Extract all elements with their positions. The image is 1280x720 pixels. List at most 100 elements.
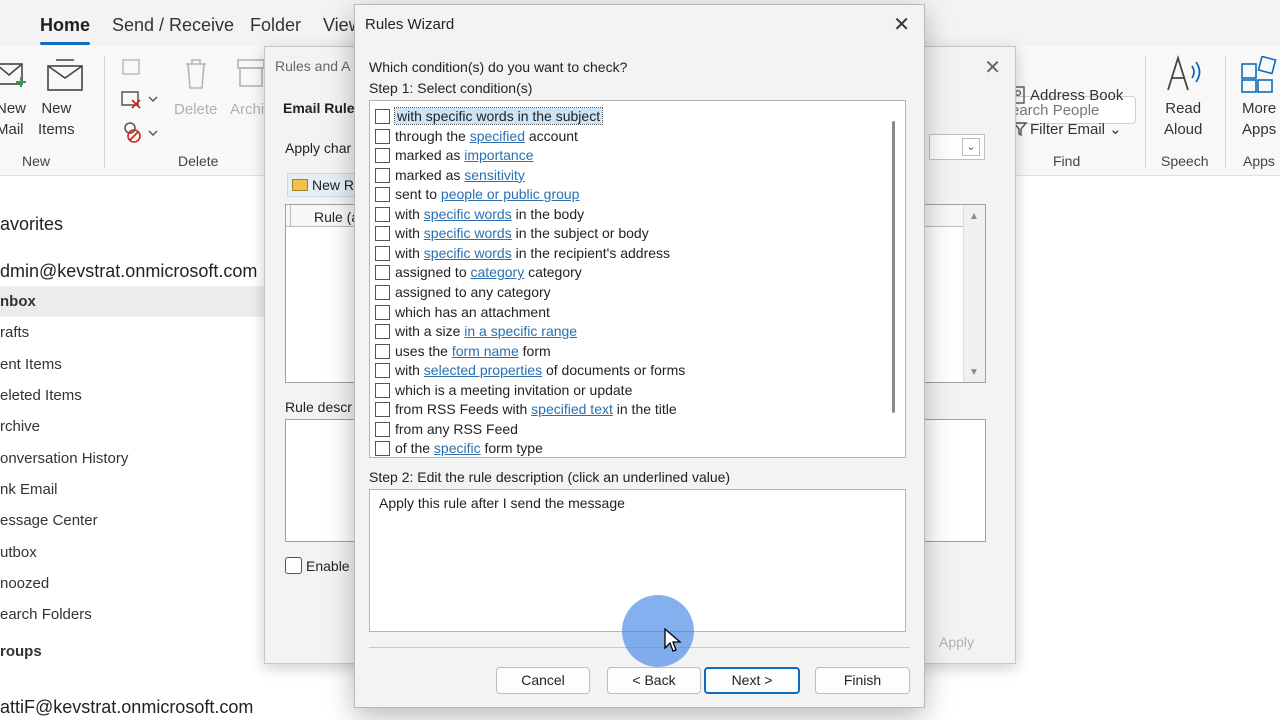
condition-row[interactable]: from any RSS Feed bbox=[373, 420, 878, 439]
close-icon[interactable]: ✕ bbox=[893, 12, 910, 37]
condition-link[interactable]: specific words bbox=[424, 206, 512, 222]
close-icon[interactable]: ✕ bbox=[984, 55, 1001, 80]
condition-link[interactable]: specified text bbox=[531, 401, 613, 417]
condition-link[interactable]: form name bbox=[452, 343, 519, 359]
condition-checkbox[interactable] bbox=[375, 226, 390, 242]
condition-row[interactable]: marked as sensitivity bbox=[373, 166, 878, 185]
folder-search-folders[interactable]: earch Folders bbox=[0, 606, 92, 623]
rule-column-header[interactable]: Rule (a bbox=[314, 209, 359, 225]
folder-dropdown[interactable]: ⌄ bbox=[929, 134, 985, 160]
scroll-down-icon[interactable]: ▼ bbox=[969, 367, 979, 378]
conditions-scrollbar[interactable] bbox=[892, 121, 895, 413]
condition-row[interactable]: assigned to any category bbox=[373, 283, 878, 302]
favorites-header[interactable]: avorites bbox=[0, 214, 63, 235]
folder-junk-email[interactable]: nk Email bbox=[0, 481, 58, 498]
condition-row[interactable]: uses the form name form bbox=[373, 342, 878, 361]
finish-button[interactable]: Finish bbox=[815, 667, 910, 694]
new-mail-button[interactable]: New Mail bbox=[0, 98, 26, 140]
account-header[interactable]: dmin@kevstrat.onmicrosoft.com bbox=[0, 261, 257, 282]
condition-checkbox[interactable] bbox=[375, 382, 390, 398]
enable-checkbox[interactable] bbox=[285, 557, 302, 574]
condition-checkbox[interactable] bbox=[375, 284, 390, 300]
condition-link[interactable]: specific words bbox=[424, 225, 512, 241]
tab-folder[interactable]: Folder bbox=[250, 15, 301, 36]
condition-checkbox[interactable] bbox=[375, 245, 390, 261]
filter-email-button[interactable]: Filter Email ⌄ bbox=[1030, 119, 1122, 140]
new-rule-button[interactable]: New R bbox=[287, 173, 360, 197]
condition-checkbox[interactable] bbox=[375, 343, 390, 359]
rules-list-scrollbar[interactable]: ▲ ▼ bbox=[963, 205, 985, 382]
folder-conversation-history[interactable]: onversation History bbox=[0, 450, 128, 467]
condition-row[interactable]: which is a meeting invitation or update bbox=[373, 381, 878, 400]
condition-row[interactable]: which has an attachment bbox=[373, 303, 878, 322]
folder-deleted-items[interactable]: eleted Items bbox=[0, 387, 82, 404]
conditions-list[interactable]: with specific words in the subject throug… bbox=[369, 100, 906, 458]
tab-home[interactable]: Home bbox=[40, 15, 91, 45]
condition-checkbox[interactable] bbox=[375, 402, 390, 418]
condition-row[interactable]: from RSS Feeds with specified text in th… bbox=[373, 400, 878, 419]
read-aloud-icon bbox=[1167, 54, 1201, 91]
condition-row[interactable]: with specific words in the recipient's a… bbox=[373, 244, 878, 263]
condition-checkbox[interactable] bbox=[375, 148, 390, 164]
condition-checkbox[interactable] bbox=[375, 109, 390, 124]
condition-checkbox[interactable] bbox=[375, 441, 390, 457]
new-items-button[interactable]: New Items bbox=[38, 98, 75, 140]
condition-checkbox[interactable] bbox=[375, 128, 390, 144]
delete-button[interactable]: Delete bbox=[174, 99, 217, 120]
condition-row[interactable]: marked as importance bbox=[373, 146, 878, 165]
condition-link[interactable]: specified bbox=[470, 128, 525, 144]
folder-snoozed[interactable]: noozed bbox=[0, 575, 49, 592]
more-apps-button[interactable]: More Apps bbox=[1242, 98, 1276, 140]
folder-archive[interactable]: rchive bbox=[0, 418, 40, 435]
tab-send-receive[interactable]: Send / Receive bbox=[112, 15, 234, 36]
cleanup-icon[interactable] bbox=[120, 88, 160, 110]
condition-checkbox[interactable] bbox=[375, 363, 390, 379]
folder-outbox[interactable]: utbox bbox=[0, 544, 37, 561]
condition-text: with bbox=[395, 205, 424, 222]
condition-checkbox[interactable] bbox=[375, 304, 390, 320]
condition-row[interactable]: of the specific form type bbox=[373, 439, 878, 457]
condition-label: assigned to any category bbox=[395, 284, 551, 300]
condition-link[interactable]: category bbox=[471, 264, 525, 280]
apply-button[interactable]: Apply bbox=[939, 634, 974, 650]
groups-header[interactable]: roups bbox=[0, 643, 42, 660]
condition-link[interactable]: sensitivity bbox=[464, 167, 525, 183]
condition-checkbox[interactable] bbox=[375, 324, 390, 340]
condition-row[interactable]: with specific words in the body bbox=[373, 205, 878, 224]
condition-checkbox[interactable] bbox=[375, 265, 390, 281]
condition-link[interactable]: specific words bbox=[424, 245, 512, 261]
scroll-up-icon[interactable]: ▲ bbox=[969, 211, 979, 222]
condition-link[interactable]: people or public group bbox=[441, 186, 580, 202]
condition-checkbox[interactable] bbox=[375, 206, 390, 222]
account2-header[interactable]: attiF@kevstrat.onmicrosoft.com bbox=[0, 697, 253, 718]
folder-message-center[interactable]: essage Center bbox=[0, 512, 98, 529]
condition-checkbox[interactable] bbox=[375, 421, 390, 437]
condition-row[interactable]: through the specified account bbox=[373, 127, 878, 146]
ignore-icon[interactable] bbox=[120, 56, 142, 78]
folder-sent-items[interactable]: ent Items bbox=[0, 356, 62, 373]
condition-row[interactable]: sent to people or public group bbox=[373, 185, 878, 204]
cancel-button[interactable]: Cancel bbox=[496, 667, 590, 694]
condition-row[interactable]: with selected properties of documents or… bbox=[373, 361, 878, 380]
condition-row[interactable]: assigned to category category bbox=[373, 263, 878, 282]
condition-row[interactable]: with specific words in the subject bbox=[373, 107, 878, 126]
condition-checkbox[interactable] bbox=[375, 187, 390, 203]
next-button[interactable]: Next > bbox=[704, 667, 800, 694]
folder-drafts[interactable]: rafts bbox=[0, 324, 29, 341]
read-aloud-button[interactable]: Read Aloud bbox=[1164, 98, 1202, 140]
address-book-button[interactable]: Address Book bbox=[1030, 85, 1123, 106]
archive-button[interactable]: Archi bbox=[230, 99, 264, 120]
condition-label: with specific words in the recipient's a… bbox=[395, 245, 670, 261]
condition-row[interactable]: with a size in a specific range bbox=[373, 322, 878, 341]
condition-checkbox[interactable] bbox=[375, 167, 390, 183]
back-button[interactable]: < Back bbox=[607, 667, 701, 694]
condition-row[interactable]: with specific words in the subject or bo… bbox=[373, 224, 878, 243]
junk-icon[interactable] bbox=[120, 120, 160, 144]
condition-link[interactable]: selected properties bbox=[424, 362, 542, 378]
tab-email-rules[interactable]: Email Rules bbox=[283, 100, 362, 116]
condition-link[interactable]: importance bbox=[464, 147, 533, 163]
step1-label: Step 1: Select condition(s) bbox=[369, 80, 533, 96]
folder-inbox[interactable]: nbox bbox=[0, 293, 36, 310]
condition-link[interactable]: in a specific range bbox=[464, 323, 577, 339]
condition-link[interactable]: specific bbox=[434, 440, 481, 456]
